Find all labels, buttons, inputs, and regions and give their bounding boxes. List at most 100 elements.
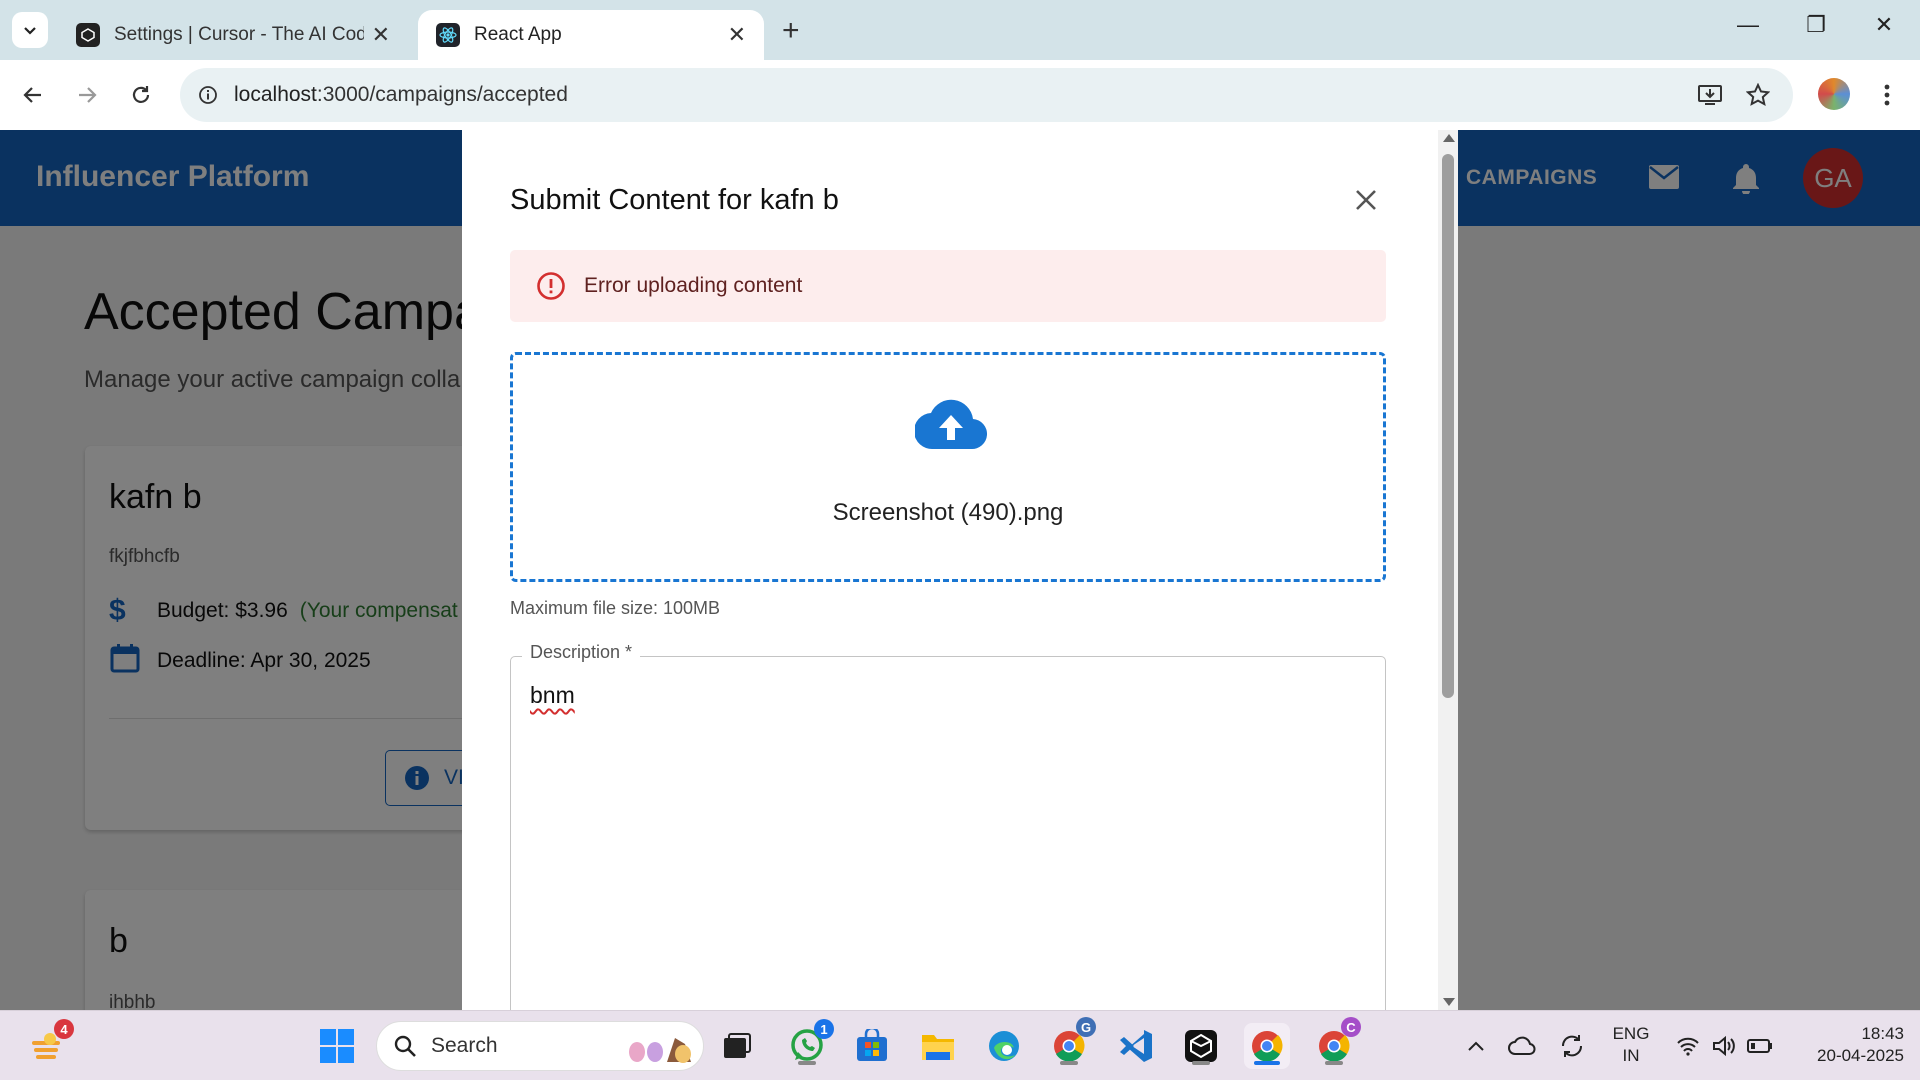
search-icon — [394, 1035, 416, 1057]
whatsapp-taskbar-item[interactable]: 1 — [784, 1019, 834, 1069]
language-code: ENG — [1612, 1024, 1650, 1043]
site-info-icon[interactable] — [194, 81, 222, 109]
speaker-icon — [1713, 1035, 1735, 1057]
back-arrow-icon — [23, 87, 41, 103]
profile-c-badge-icon: C — [1341, 1017, 1361, 1037]
url-path: :3000/campaigns/accepted — [316, 83, 568, 106]
cursor-taskbar-item[interactable] — [1178, 1023, 1224, 1069]
description-textarea[interactable] — [510, 656, 1386, 1010]
edge-browser-icon — [989, 1031, 1019, 1061]
cloud-sync-icon — [1508, 1036, 1536, 1055]
tab-cursor-settings[interactable]: Settings | Cursor - The AI Code ✕ — [58, 10, 408, 60]
battery-icon — [1747, 1039, 1772, 1053]
back-button[interactable] — [16, 78, 50, 112]
description-label: Description * — [522, 642, 641, 663]
windows-logo-icon — [320, 1029, 354, 1063]
onedrive-tray-item[interactable] — [1502, 1023, 1542, 1069]
chrome-icon — [1252, 1031, 1283, 1062]
vscode-icon — [1120, 1030, 1152, 1062]
browser-tab-bar: Settings | Cursor - The AI Code ✕ React … — [0, 0, 1920, 60]
dialog-scrollbar[interactable] — [1438, 130, 1458, 1010]
cloud-upload-icon — [915, 399, 987, 450]
microsoft-store-icon — [857, 1029, 887, 1061]
chrome-active-taskbar-item[interactable] — [1244, 1023, 1290, 1069]
url-host: localhost — [234, 83, 317, 106]
cursor-app-icon — [1185, 1030, 1217, 1062]
taskbar-search[interactable]: Search — [376, 1021, 704, 1071]
chrome-profile-g-taskbar-item[interactable]: G — [1046, 1017, 1096, 1069]
address-bar[interactable]: localhost:3000/campaigns/accepted — [180, 68, 1793, 122]
close-tab-icon[interactable]: ✕ — [372, 22, 390, 48]
scroll-up-arrow[interactable] — [1443, 134, 1455, 142]
chevron-down-icon — [24, 27, 36, 35]
running-indicator — [1325, 1061, 1343, 1065]
tab-title: Settings | Cursor - The AI Code — [114, 24, 364, 45]
install-app-icon[interactable] — [1695, 80, 1725, 110]
folder-icon — [922, 1035, 954, 1060]
error-alert: Error uploading content — [510, 250, 1386, 322]
forward-button[interactable] — [70, 78, 104, 112]
reload-button[interactable] — [124, 78, 158, 112]
running-indicator — [1192, 1061, 1210, 1065]
profile-avatar[interactable] — [1818, 78, 1850, 110]
chevron-up-icon — [1468, 1041, 1484, 1051]
tab-title: React App — [474, 24, 562, 45]
wifi-icon — [1677, 1037, 1699, 1056]
sync-tray-item[interactable] — [1552, 1023, 1592, 1069]
active-indicator — [1254, 1061, 1280, 1065]
edge-taskbar-item[interactable] — [981, 1023, 1027, 1069]
clock-time: 18:43 — [1861, 1024, 1904, 1043]
language-indicator[interactable]: ENG IN — [1604, 1023, 1658, 1067]
reload-icon — [132, 86, 150, 103]
submit-content-dialog: Submit Content for kafn b Error uploadin… — [462, 130, 1458, 1010]
battery-tray-item[interactable] — [1740, 1023, 1780, 1069]
error-outline-icon — [537, 272, 565, 300]
browser-toolbar: localhost:3000/campaigns/accepted — [0, 60, 1920, 130]
sync-icon — [1561, 1035, 1583, 1057]
close-icon — [1356, 190, 1376, 210]
volume-tray-item[interactable] — [1704, 1023, 1744, 1069]
running-indicator — [798, 1061, 816, 1065]
store-taskbar-item[interactable] — [849, 1023, 895, 1069]
vscode-taskbar-item[interactable] — [1113, 1023, 1159, 1069]
whatsapp-badge: 1 — [814, 1019, 834, 1039]
close-window-icon[interactable]: ✕ — [1864, 12, 1904, 38]
clock-date: 20-04-2025 — [1817, 1046, 1904, 1065]
tab-react-app[interactable]: React App ✕ — [418, 10, 764, 60]
file-dropzone[interactable]: Screenshot (490).png — [510, 352, 1386, 582]
widgets-badge: 4 — [54, 1019, 74, 1039]
max-file-size-hint: Maximum file size: 100MB — [510, 598, 721, 618]
running-indicator — [1060, 1061, 1078, 1065]
description-value[interactable]: bnm — [530, 682, 575, 709]
error-message: Error uploading content — [584, 274, 803, 297]
bookmark-star-icon[interactable] — [1743, 80, 1773, 110]
search-placeholder: Search — [431, 1034, 498, 1057]
profile-g-badge-icon: G — [1076, 1017, 1096, 1037]
scroll-down-arrow[interactable] — [1443, 998, 1455, 1006]
tab-search-button[interactable] — [12, 12, 48, 48]
clock[interactable]: 18:43 20-04-2025 — [1792, 1023, 1904, 1067]
minimize-icon[interactable]: — — [1728, 12, 1768, 38]
scroll-thumb[interactable] — [1442, 154, 1454, 698]
close-dialog-button[interactable] — [1346, 180, 1386, 220]
wifi-tray-item[interactable] — [1668, 1023, 1708, 1069]
chrome-profile-c-taskbar-item[interactable]: C — [1311, 1017, 1361, 1069]
url-text: localhost:3000/campaigns/accepted — [234, 83, 568, 107]
windows-taskbar: 4 Search 1 G C ENG IN 18:43 20-04-2025 — [0, 1010, 1920, 1080]
restore-icon[interactable]: ❐ — [1796, 12, 1836, 38]
cursor-favicon-icon — [76, 23, 100, 47]
more-menu-icon[interactable] — [1872, 80, 1902, 110]
start-button[interactable] — [314, 1023, 360, 1069]
close-tab-icon[interactable]: ✕ — [728, 22, 746, 48]
region-code: IN — [1622, 1046, 1640, 1065]
react-favicon-icon — [436, 23, 460, 47]
task-view-button[interactable] — [714, 1023, 760, 1069]
task-view-icon — [724, 1033, 751, 1058]
new-tab-button[interactable]: + — [782, 14, 800, 48]
dialog-title: Submit Content for kafn b — [510, 184, 839, 216]
forward-arrow-icon — [79, 87, 97, 103]
show-hidden-icons-button[interactable] — [1456, 1023, 1496, 1069]
file-explorer-taskbar-item[interactable] — [915, 1023, 961, 1069]
selected-file-name: Screenshot (490).png — [832, 499, 1064, 526]
widgets-button[interactable]: 4 — [24, 1019, 74, 1069]
